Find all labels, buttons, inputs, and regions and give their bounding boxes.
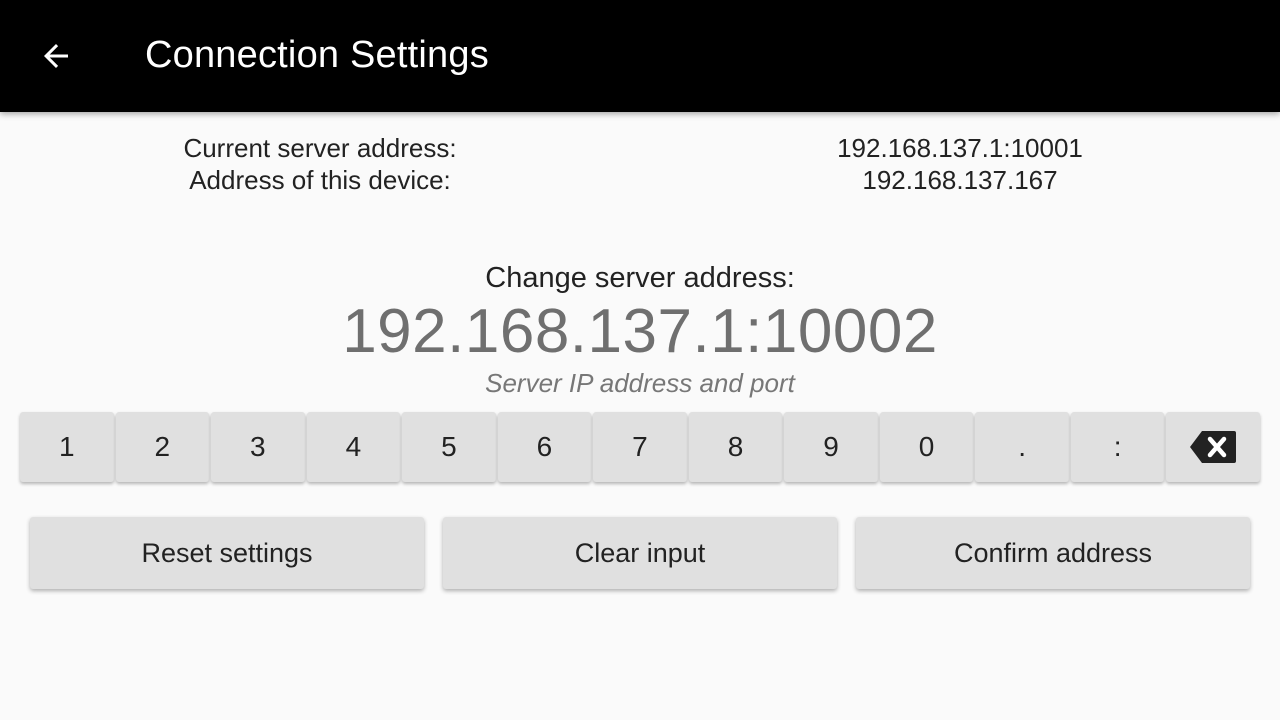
- key-7[interactable]: 7: [593, 412, 687, 482]
- key-colon[interactable]: :: [1070, 412, 1165, 482]
- arrow-back-icon: [44, 44, 68, 68]
- current-server-label: Current server address:: [183, 133, 457, 163]
- key-1[interactable]: 1: [20, 412, 114, 482]
- device-address-label: Address of this device:: [189, 165, 451, 195]
- server-address-hint: Server IP address and port: [485, 368, 795, 398]
- key-5[interactable]: 5: [402, 412, 496, 482]
- confirm-address-button[interactable]: Confirm address: [856, 517, 1250, 589]
- device-address-value: 192.168.137.167: [862, 165, 1058, 195]
- key-6[interactable]: 6: [497, 412, 592, 482]
- key-3[interactable]: 3: [211, 412, 305, 482]
- server-address-input[interactable]: 192.168.137.1:10002: [0, 296, 1280, 367]
- clear-input-button[interactable]: Clear input: [443, 517, 837, 589]
- backspace-key[interactable]: [1166, 412, 1260, 482]
- reset-settings-button[interactable]: Reset settings: [30, 517, 424, 589]
- app-bar: Connection Settings: [0, 0, 1280, 112]
- page-title: Connection Settings: [145, 34, 489, 76]
- backspace-icon: [1190, 431, 1237, 463]
- back-button[interactable]: [24, 24, 88, 88]
- key-0[interactable]: 0: [879, 412, 974, 482]
- key-2[interactable]: 2: [115, 412, 210, 482]
- key-8[interactable]: 8: [688, 412, 783, 482]
- key-4[interactable]: 4: [306, 412, 401, 482]
- numeric-keypad: 1 2 3 4 5 6 7 8 9 0 . :: [20, 412, 1260, 484]
- change-server-label: Change server address:: [485, 262, 795, 294]
- key-dot[interactable]: .: [975, 412, 1069, 482]
- current-server-value: 192.168.137.1:10001: [837, 133, 1083, 163]
- key-9[interactable]: 9: [784, 412, 878, 482]
